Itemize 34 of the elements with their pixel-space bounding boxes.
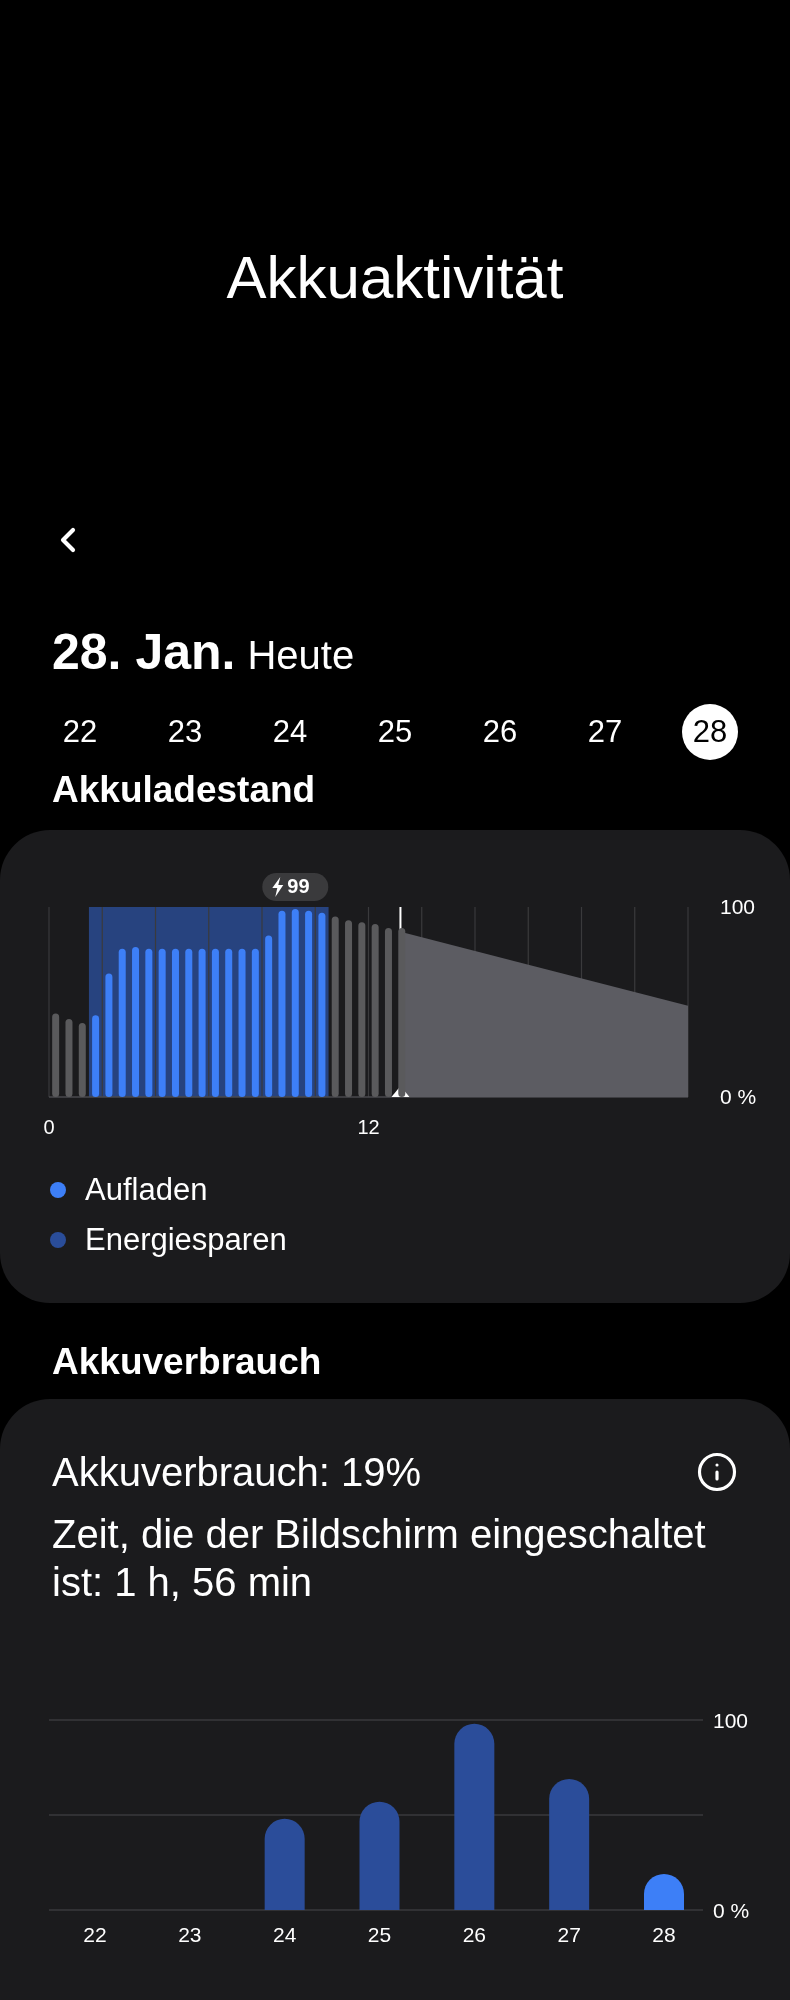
peak-badge <box>262 873 329 901</box>
date-tab[interactable]: 23 <box>157 704 213 760</box>
date-tab[interactable]: 22 <box>52 704 108 760</box>
screen-time-text: Zeit, die der Bildschirm eingeschaltet ist: 1 h, 56 min <box>51 1511 707 1606</box>
axis-label: 0 % <box>713 1899 750 1922</box>
legend-label: Energiesparen <box>85 1220 287 1259</box>
date-relative: Heute <box>247 632 355 679</box>
axis-label: 100 <box>720 895 756 918</box>
info-icon[interactable] <box>696 1451 738 1493</box>
section-heading: Akkuladestand <box>51 768 317 812</box>
page-title: Akkuaktivität <box>225 243 565 313</box>
date-title: 28. Jan. <box>52 623 236 682</box>
section-heading: Akkuverbrauch <box>51 1340 323 1384</box>
bolt-icon <box>272 877 284 897</box>
date-tab[interactable]: 24 <box>262 704 318 760</box>
axis-label: 28 <box>652 1923 676 1946</box>
axis-label: 0 % <box>720 1085 757 1108</box>
axis-label: 22 <box>83 1923 107 1946</box>
axis-label: 23 <box>178 1923 202 1946</box>
axis-label: 0 <box>43 1116 55 1138</box>
axis-label: 26 <box>462 1923 486 1946</box>
usage-text: Akkuverbrauch: 19% <box>52 1449 422 1496</box>
date-tab[interactable]: 25 <box>367 704 423 760</box>
usage-bar <box>644 1873 684 1910</box>
peak-value: 99 <box>287 875 310 897</box>
axis-label: 27 <box>557 1923 581 1946</box>
legend-label: Aufladen <box>85 1170 208 1209</box>
axis-label: 25 <box>367 1923 392 1946</box>
axis-label: 12 <box>357 1116 380 1138</box>
date-tab[interactable]: 28 <box>682 704 738 760</box>
date-tab[interactable]: 26 <box>472 704 528 760</box>
date-tab[interactable]: 27 <box>577 704 633 760</box>
axis-label: 100 <box>713 1709 749 1732</box>
axis-label: 24 <box>273 1923 297 1946</box>
